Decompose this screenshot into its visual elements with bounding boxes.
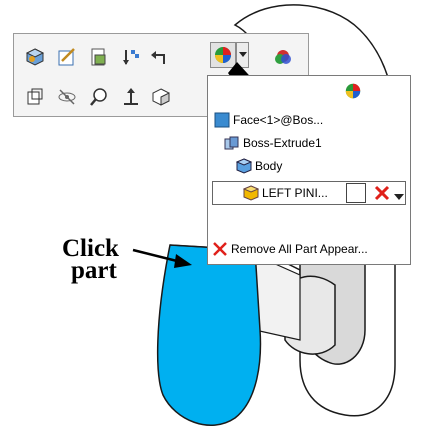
face-icon	[214, 112, 230, 128]
menu-item-face-label: Face<1>@Bos...	[233, 113, 324, 127]
menu-item-part-label: LEFT PINI...	[262, 186, 328, 200]
menu-item-remove-all-label: Remove All Part Appear...	[231, 242, 368, 256]
menu-item-face[interactable]: Face<1>@Bos...	[214, 112, 323, 128]
appearance-popup: Face<1>@Bos... Boss-Extrude1 Body LEFT P…	[207, 75, 411, 265]
menu-item-boss-extrude-label: Boss-Extrude1	[243, 136, 322, 150]
remove-x-icon	[212, 241, 228, 257]
part-options-dropdown-icon[interactable]	[394, 189, 404, 200]
feature-icon	[224, 135, 240, 151]
remove-appearance-icon[interactable]	[373, 184, 391, 202]
menu-item-boss-extrude[interactable]: Boss-Extrude1	[224, 135, 322, 151]
body-icon	[236, 158, 252, 174]
menu-item-body[interactable]: Body	[236, 158, 282, 174]
menu-item-remove-all[interactable]: Remove All Part Appear...	[212, 241, 368, 257]
color-wheel-icon	[344, 82, 362, 100]
part-icon	[243, 185, 259, 201]
part-color-swatch[interactable]	[346, 183, 366, 203]
menu-item-body-label: Body	[255, 159, 283, 173]
